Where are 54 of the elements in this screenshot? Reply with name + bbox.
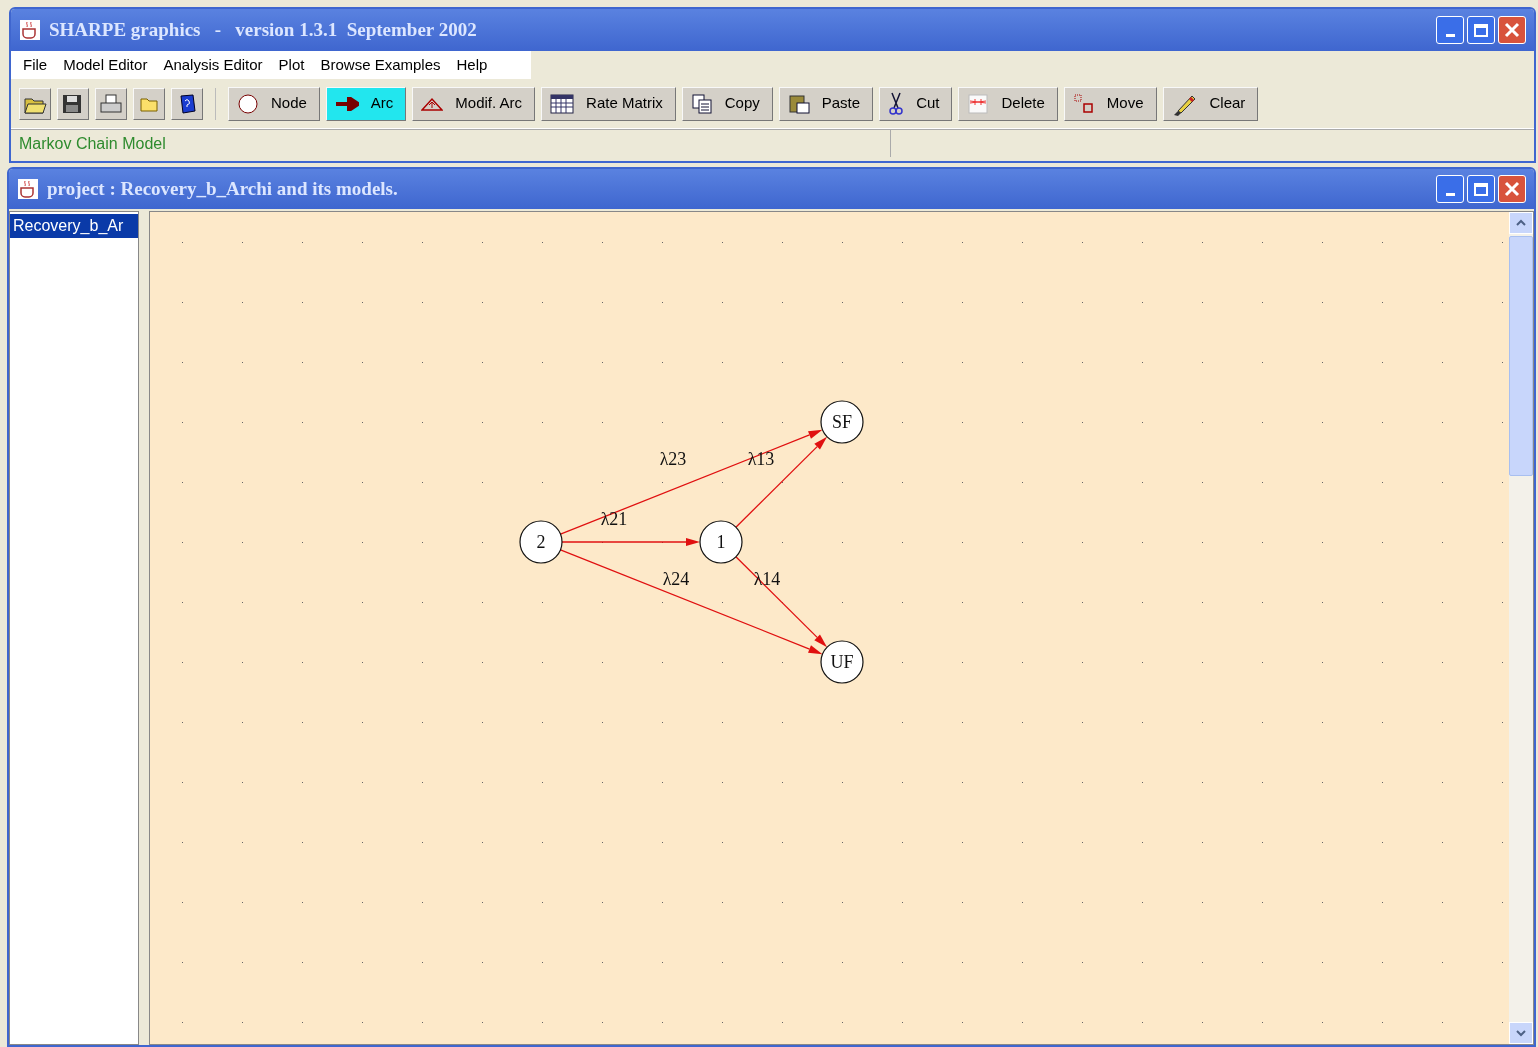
coffee-cup-icon <box>17 178 39 200</box>
clipboard-icon <box>787 92 810 115</box>
tool-button[interactable]: Rate Matrix <box>541 86 676 121</box>
tool-button[interactable]: Node <box>228 86 320 121</box>
window-title: SHARPE graphics - version 1.3.1 September 2002 <box>49 17 477 42</box>
tool-button[interactable]: Modif. Arc <box>412 86 536 121</box>
menu-item[interactable]: Help <box>448 53 496 77</box>
tool-button[interactable]: Paste <box>778 86 874 121</box>
scroll-down-button[interactable] <box>1509 1022 1533 1044</box>
menu-item[interactable]: File <box>15 53 56 77</box>
copy-icon <box>690 92 713 115</box>
printer-icon <box>99 92 123 115</box>
toolbar-button[interactable] <box>57 87 89 120</box>
tool-button[interactable]: Arc <box>325 86 407 121</box>
tool-button[interactable]: Clear <box>1162 86 1259 121</box>
maximize-button[interactable] <box>1467 175 1495 203</box>
tool-button[interactable]: Copy <box>681 86 773 121</box>
tree-item[interactable]: Recovery_b_Ar <box>10 214 138 238</box>
scissors-icon <box>888 91 905 116</box>
arc-rate-label: λ24 <box>662 569 690 589</box>
coffee-cup-icon <box>19 19 41 41</box>
move-icon <box>1072 92 1095 115</box>
circle-icon <box>237 92 259 115</box>
window-title: project : Recovery_b_Archi and its models. <box>47 176 398 201</box>
close-icon <box>1504 181 1520 197</box>
close-button[interactable] <box>1498 175 1526 203</box>
tool-button[interactable]: Cut <box>879 86 953 121</box>
menu-item[interactable]: Browse Examples <box>312 53 449 77</box>
scroll-up-button[interactable] <box>1509 212 1533 234</box>
state-node[interactable]: 2 <box>519 520 563 564</box>
menu-item[interactable]: Analysis Editor <box>155 53 271 77</box>
state-node[interactable]: 1 <box>699 520 743 564</box>
scrollbar-thumb[interactable] <box>1509 236 1533 476</box>
table-icon <box>550 93 575 114</box>
arc-rate-label: λ23 <box>659 449 687 469</box>
menu-item[interactable]: Model Editor <box>55 53 156 77</box>
delete-icon <box>967 92 990 115</box>
close-button[interactable] <box>1498 16 1526 44</box>
minimize-button[interactable] <box>1436 175 1464 203</box>
tool-button[interactable]: Move <box>1063 86 1157 121</box>
menu-item[interactable]: Plot <box>270 53 313 77</box>
maximize-button[interactable] <box>1467 16 1495 44</box>
state-node[interactable]: UF <box>820 640 864 684</box>
arc-rate-label: λ13 <box>747 449 775 469</box>
minimize-button[interactable] <box>1436 16 1464 44</box>
toolbar-button[interactable] <box>171 87 203 120</box>
arrow-icon <box>334 96 359 111</box>
arc-rate-label: λ21 <box>600 509 628 529</box>
close-icon <box>1504 22 1520 38</box>
toolbar-button[interactable] <box>19 87 51 120</box>
model-type-label: Markov Chain Model <box>19 133 166 154</box>
arc-edit-icon <box>421 95 444 112</box>
tool-button[interactable]: Delete <box>958 86 1058 121</box>
state-node[interactable]: SF <box>820 400 864 444</box>
